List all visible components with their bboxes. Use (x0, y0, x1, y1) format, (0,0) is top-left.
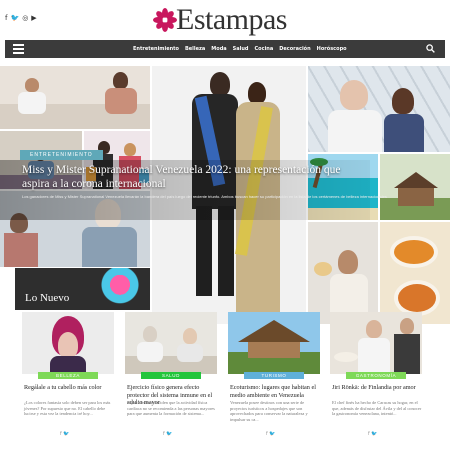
share-icons[interactable]: f 🐦 (368, 431, 378, 437)
social-links: f 🐦 ◎ ▶ (5, 14, 37, 22)
category-badge[interactable]: TURISMO (244, 372, 304, 379)
article-image[interactable] (22, 312, 114, 374)
search-icon[interactable] (426, 44, 435, 53)
logo-text: Estampas (176, 3, 287, 36)
article-card[interactable]: GASTRONOMÍA Jiri Rönkä: de Finlandia por… (330, 312, 422, 450)
article-excerpt: El chef finés ha hecho de Caracas su hog… (332, 400, 422, 416)
nav-item-cocina[interactable]: Cocina (255, 46, 274, 52)
site-logo[interactable]: Estampas (152, 4, 287, 36)
share-icons[interactable]: f 🐦 (266, 431, 276, 437)
article-image[interactable] (228, 312, 320, 374)
lo-nuevo-header: Lo Nuevo (15, 268, 150, 310)
hamburger-menu-icon[interactable] (13, 43, 24, 55)
article-excerpt: Especialistas coinciden que la actividad… (127, 400, 215, 416)
article-image[interactable] (125, 312, 217, 374)
nav-item-moda[interactable]: Moda (211, 46, 226, 52)
flower-logo-icon (153, 8, 177, 32)
hero-headline[interactable]: Miss y Mister Supranational Venezuela 20… (22, 163, 362, 191)
article-image[interactable] (330, 312, 422, 374)
latest-articles: BELLEZA Regálale a tu cabello más color … (22, 312, 422, 450)
article-title[interactable]: Ecoturismo: lugares que habitan el medio… (230, 384, 322, 399)
article-card[interactable]: BELLEZA Regálale a tu cabello más color … (22, 312, 114, 450)
category-badge[interactable]: GASTRONOMÍA (346, 372, 406, 379)
main-navbar: Entretenimiento Belleza Moda Salud Cocin… (5, 40, 445, 58)
share-icons[interactable]: f 🐦 (163, 431, 173, 437)
nav-item-salud[interactable]: Salud (233, 46, 249, 52)
share-icons[interactable]: f 🐦 (60, 431, 70, 437)
category-badge[interactable]: SALUD (141, 372, 201, 379)
photo-couple-couch (0, 66, 150, 129)
category-badge[interactable]: BELLEZA (38, 372, 98, 379)
photo-smiling-couple (308, 66, 450, 152)
nav-item-belleza[interactable]: Belleza (185, 46, 205, 52)
article-excerpt: ¿Los colores fantasía solo deben ser par… (24, 400, 111, 416)
twitter-icon[interactable]: 🐦 (10, 14, 19, 22)
instagram-icon[interactable]: ◎ (22, 14, 28, 22)
article-card[interactable]: TURISMO Ecoturismo: lugares que habitan … (228, 312, 320, 450)
hero-excerpt: Los ganadores de Miss y Mister Supranati… (22, 194, 387, 199)
nav-menu: Entretenimiento Belleza Moda Salud Cocin… (133, 40, 347, 58)
nav-item-entretenimiento[interactable]: Entretenimiento (133, 46, 179, 52)
article-card[interactable]: SALUD Ejercicio físico genera efecto pro… (125, 312, 217, 450)
article-title[interactable]: Jiri Rönkä: de Finlandia por amor (332, 384, 424, 392)
nav-item-horoscopo[interactable]: Horóscopo (317, 46, 347, 52)
site-header: f 🐦 ◎ ▶ Estampas (0, 0, 450, 38)
hero-article[interactable]: ENTRETENIMIENTO Miss y Mister Supranatio… (0, 150, 450, 265)
article-excerpt: Venezuela posee destinos con una serie d… (230, 400, 308, 422)
article-title[interactable]: Regálale a tu cabello más color (24, 384, 116, 392)
nav-item-decoracion[interactable]: Decoración (279, 46, 310, 52)
facebook-icon[interactable]: f (5, 14, 7, 22)
hero-category-badge[interactable]: ENTRETENIMIENTO (20, 150, 103, 160)
section-title: Lo Nuevo (25, 292, 70, 304)
youtube-icon[interactable]: ▶ (31, 14, 36, 22)
